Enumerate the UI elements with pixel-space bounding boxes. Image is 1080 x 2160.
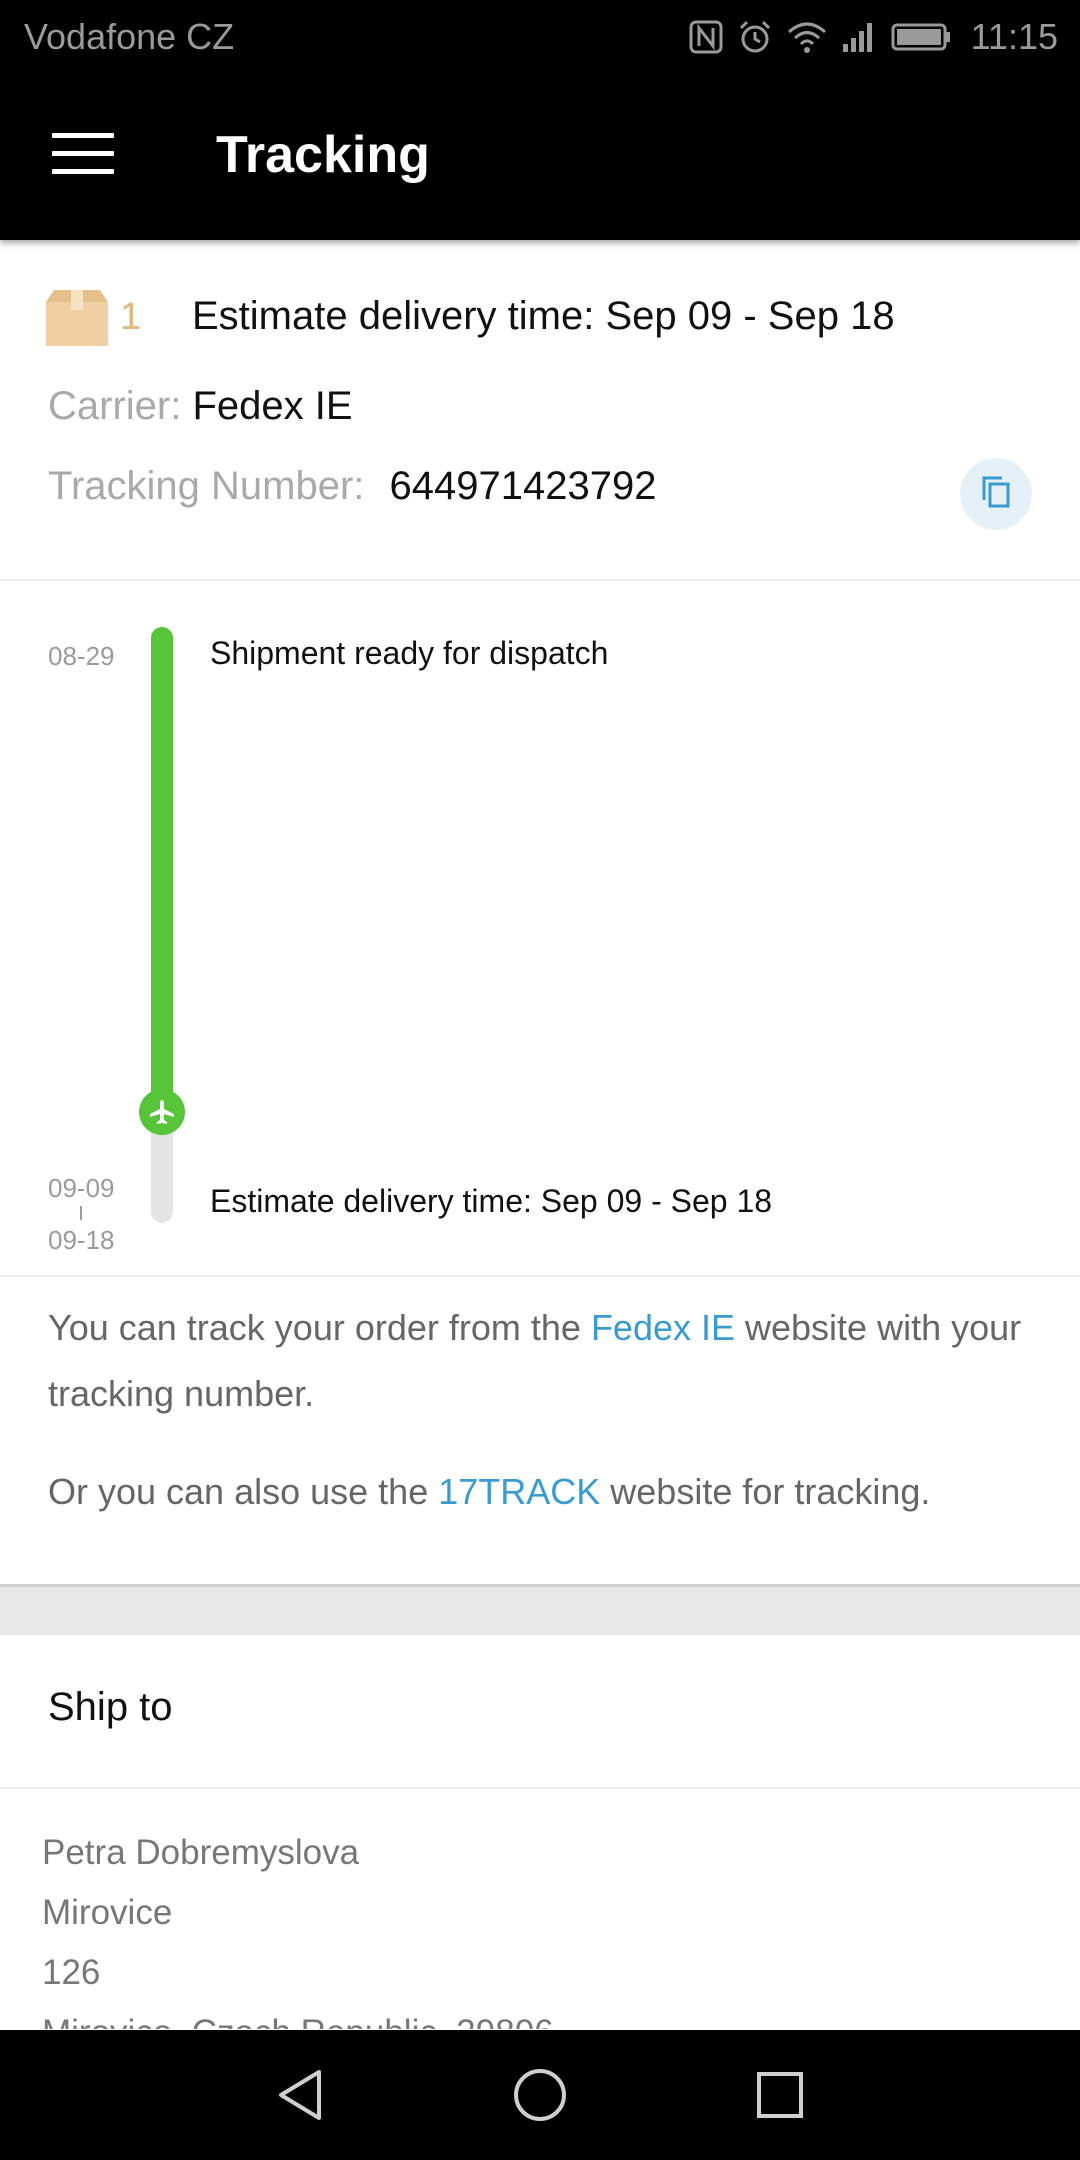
address-number: 126 [42,1953,101,1992]
tracking-number-value: 644971423792 [389,464,657,508]
carrier-label: Carrier: [48,384,182,428]
estimate-delivery-text: Estimate delivery time: Sep 09 - Sep 18 [192,294,895,338]
note-text: Or you can also use the [48,1471,439,1512]
tracking-timeline: 08-29 Shipment ready for dispatch 09-09 … [0,581,1080,1277]
wifi-icon [787,20,827,54]
estimate-date-to: 09-18 [48,1225,115,1255]
ship-to-header: Ship to [0,1635,1080,1789]
status-bar: Vodafone CZ 11:15 [0,0,1080,75]
tracking-number-row: Tracking Number: 644971423792 [48,464,656,509]
status-icons: 11:15 [689,14,1058,60]
carrier-website-note: You can track your order from the Fedex … [48,1295,1038,1427]
alarm-icon [737,19,773,55]
tracking-number-label: Tracking Number: [48,464,365,508]
nfc-icon [689,20,723,54]
tracking-info: You can track your order from the Fedex … [0,1277,1080,1584]
app-bar: Tracking [0,75,1080,240]
timeline-progress-bar [151,627,173,1110]
package-count: 1 [120,296,142,338]
back-icon[interactable] [268,2063,332,2127]
package-box-icon [46,290,108,346]
carrier-row: Carrier: Fedex IE [48,384,353,429]
note-text: website for tracking. [600,1471,931,1512]
17track-note: Or you can also use the 17TRACK website … [48,1459,1038,1525]
page-title: Tracking [216,126,430,184]
home-icon[interactable] [508,2063,572,2127]
copy-tracking-button[interactable] [960,458,1032,530]
address-name: Petra Dobremyslova [42,1833,360,1872]
ship-to-title: Ship to [48,1685,173,1729]
shipping-address: Petra Dobremyslova Mirovice 126 Mirovice… [0,1789,1080,2029]
system-nav-bar [0,2030,1080,2160]
note-text: You can track your order from the [48,1307,591,1348]
carrier-name: Vodafone CZ [24,16,235,57]
event-date: 08-29 [48,641,115,671]
signal-icon [841,20,877,54]
recents-icon[interactable] [748,2063,812,2127]
copy-icon [980,475,1012,514]
plane-icon [139,1088,185,1135]
event-text: Shipment ready for dispatch [210,635,609,671]
status-clock: 11:15 [970,16,1058,57]
hamburger-menu-icon[interactable] [52,133,114,175]
address-city-country: Mirovice, Czech Republic, 39806 [42,2013,554,2029]
17track-website-link[interactable]: 17TRACK [438,1471,600,1512]
estimate-date-from: 09-09 [48,1173,115,1203]
estimate-event-text: Estimate delivery time: Sep 09 - Sep 18 [210,1183,773,1219]
date-range-separator [80,1206,82,1220]
fedex-website-link[interactable]: Fedex IE [591,1307,735,1348]
section-divider [0,1584,1080,1635]
tracking-summary: 1 Estimate delivery time: Sep 09 - Sep 1… [0,240,1080,581]
address-street: Mirovice [42,1893,173,1932]
carrier-value: Fedex IE [192,384,353,428]
battery-icon [891,22,951,52]
